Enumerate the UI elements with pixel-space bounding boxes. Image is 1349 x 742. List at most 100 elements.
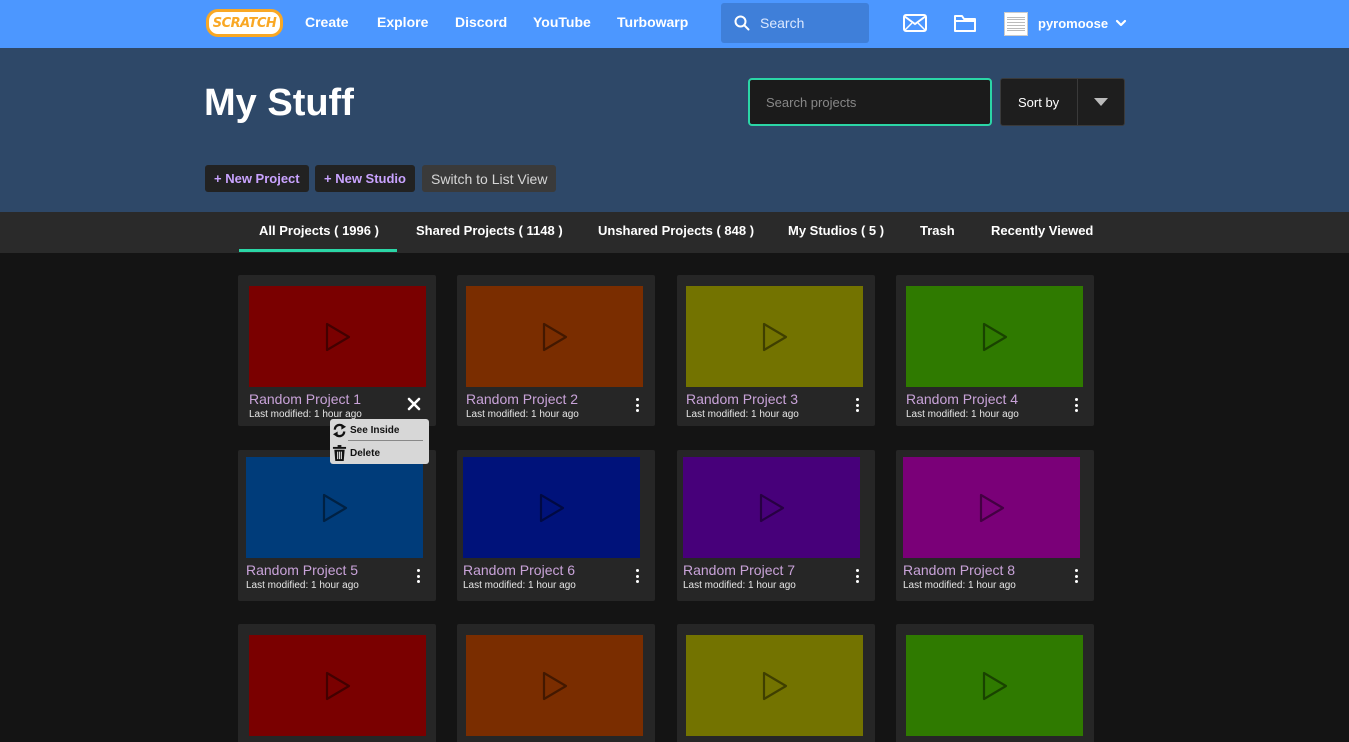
more-options-icon[interactable]	[413, 568, 423, 584]
messages-icon[interactable]	[903, 14, 927, 32]
nav-link-explore[interactable]: Explore	[377, 14, 428, 30]
project-last-modified: Last modified: 1 hour ago	[466, 409, 579, 420]
project-thumbnail[interactable]	[246, 457, 423, 558]
project-thumbnail[interactable]	[466, 286, 643, 387]
avatar[interactable]	[1004, 12, 1028, 36]
project-title[interactable]: Random Project 5	[246, 562, 358, 578]
project-title[interactable]: Random Project 7	[683, 562, 795, 578]
menu-item-delete[interactable]: Delete	[332, 443, 427, 463]
project-card[interactable]	[896, 624, 1094, 742]
project-card[interactable]: Random Project 1 Last modified: 1 hour ag…	[238, 275, 436, 426]
project-card[interactable]: Random Project 8 Last modified: 1 hour ag…	[896, 450, 1094, 601]
project-thumbnail[interactable]	[249, 286, 426, 387]
tab-all-projects[interactable]: All Projects ( 1996 )	[259, 223, 379, 238]
project-thumbnail[interactable]	[466, 635, 643, 736]
project-thumbnail[interactable]	[686, 286, 863, 387]
nav-link-create[interactable]: Create	[305, 14, 349, 30]
project-title[interactable]: Random Project 8	[903, 562, 1015, 578]
project-last-modified: Last modified: 1 hour ago	[463, 580, 576, 591]
project-last-modified: Last modified: 1 hour ago	[686, 409, 799, 420]
more-options-icon[interactable]	[632, 568, 642, 584]
project-thumbnail[interactable]	[906, 286, 1083, 387]
project-search-box[interactable]	[748, 78, 992, 126]
sort-label: Sort by	[1018, 94, 1060, 110]
play-icon	[762, 671, 787, 700]
project-title[interactable]: Random Project 3	[686, 391, 798, 407]
play-icon	[542, 322, 567, 351]
top-navbar: SCRATCH Create Explore Discord YouTube T…	[0, 0, 1349, 48]
play-icon	[982, 671, 1007, 700]
play-icon	[539, 493, 564, 522]
project-thumbnail[interactable]	[463, 457, 640, 558]
project-last-modified: Last modified: 1 hour ago	[683, 580, 796, 591]
project-context-menu: See Inside Delete	[330, 419, 429, 464]
menu-item-label: See Inside	[350, 424, 400, 436]
play-icon	[759, 493, 784, 522]
project-thumbnail[interactable]	[686, 635, 863, 736]
project-card[interactable]: Random Project 4 Last modified: 1 hour ag…	[896, 275, 1094, 426]
play-icon	[325, 671, 350, 700]
more-options-icon[interactable]	[852, 568, 862, 584]
menu-separator	[348, 440, 423, 441]
project-card[interactable]: Random Project 5 Last modified: 1 hour ag…	[238, 450, 436, 601]
tab-unshared-projects[interactable]: Unshared Projects ( 848 )	[598, 223, 754, 238]
new-studio-button[interactable]: + New Studio	[315, 165, 415, 192]
more-options-icon[interactable]	[1071, 568, 1081, 584]
play-icon	[542, 671, 567, 700]
project-title[interactable]: Random Project 1	[249, 391, 361, 407]
project-card[interactable]	[238, 624, 436, 742]
my-stuff-folder-icon[interactable]	[953, 13, 977, 33]
project-title[interactable]: Random Project 4	[906, 391, 1018, 407]
nav-search-input[interactable]	[760, 15, 860, 31]
project-title[interactable]: Random Project 2	[466, 391, 578, 407]
scratch-logo[interactable]: SCRATCH	[206, 9, 283, 37]
project-last-modified: Last modified: 1 hour ago	[246, 580, 359, 591]
project-card[interactable]: Random Project 2 Last modified: 1 hour ag…	[457, 275, 655, 426]
tab-shared-projects[interactable]: Shared Projects ( 1148 )	[416, 223, 563, 238]
nav-search-box[interactable]	[721, 3, 869, 43]
trash-icon	[332, 444, 347, 461]
tab-bar: All Projects ( 1996 ) Shared Projects ( …	[0, 212, 1349, 253]
play-icon	[762, 322, 787, 351]
nav-link-discord[interactable]: Discord	[455, 14, 507, 30]
tab-recently-viewed[interactable]: Recently Viewed	[991, 223, 1093, 238]
chevron-down-icon[interactable]	[1115, 19, 1127, 27]
remix-arrows-icon	[332, 423, 347, 437]
project-last-modified: Last modified: 1 hour ago	[903, 580, 1016, 591]
project-title[interactable]: Random Project 6	[463, 562, 575, 578]
page-title: My Stuff	[204, 82, 354, 124]
sort-caret-icon[interactable]	[1078, 98, 1124, 106]
more-options-icon[interactable]	[1071, 397, 1081, 413]
project-card[interactable]: Random Project 7 Last modified: 1 hour ag…	[677, 450, 875, 601]
search-icon	[734, 15, 750, 31]
project-last-modified: Last modified: 1 hour ago	[906, 409, 1019, 420]
project-thumbnail[interactable]	[683, 457, 860, 558]
project-card[interactable]: Random Project 3 Last modified: 1 hour ag…	[677, 275, 875, 426]
project-thumbnail[interactable]	[249, 635, 426, 736]
tab-my-studios[interactable]: My Studios ( 5 )	[788, 223, 884, 238]
active-tab-indicator	[239, 249, 397, 252]
close-menu-icon[interactable]	[407, 397, 421, 411]
tab-trash[interactable]: Trash	[920, 223, 955, 238]
username[interactable]: pyromoose	[1038, 16, 1108, 31]
play-icon	[979, 493, 1004, 522]
project-thumbnail[interactable]	[903, 457, 1080, 558]
project-card[interactable]: Random Project 6 Last modified: 1 hour ag…	[457, 450, 655, 601]
menu-item-label: Delete	[350, 447, 381, 459]
nav-link-youtube[interactable]: YouTube	[533, 14, 591, 30]
sort-dropdown[interactable]: Sort by	[1000, 78, 1125, 126]
more-options-icon[interactable]	[632, 397, 642, 413]
menu-item-see-inside[interactable]: See Inside	[332, 420, 427, 440]
my-stuff-header: My Stuff Sort by + New Project + New Stu…	[0, 48, 1349, 212]
play-icon	[325, 322, 350, 351]
logo-text: SCRATCH	[212, 15, 277, 31]
project-card[interactable]	[677, 624, 875, 742]
switch-view-button[interactable]: Switch to List View	[422, 165, 557, 192]
more-options-icon[interactable]	[852, 397, 862, 413]
new-project-button[interactable]: + New Project	[205, 165, 309, 192]
nav-link-turbowarp[interactable]: Turbowarp	[617, 14, 688, 30]
play-icon	[322, 493, 347, 522]
project-thumbnail[interactable]	[906, 635, 1083, 736]
project-card[interactable]	[457, 624, 655, 742]
project-search-input[interactable]	[766, 94, 976, 110]
